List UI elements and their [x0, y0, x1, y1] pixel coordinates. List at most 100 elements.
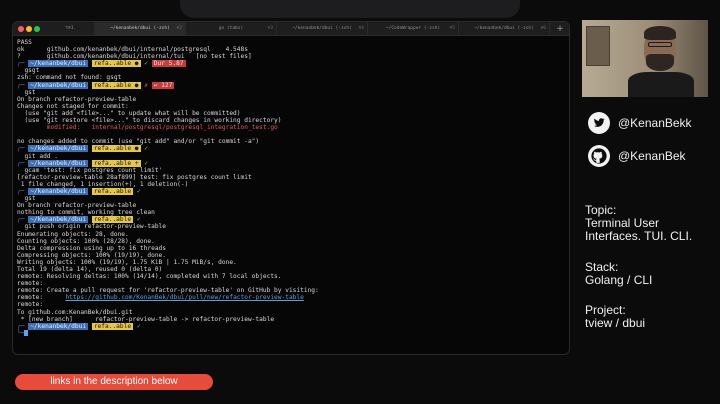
terminal-line: remote: https://github.com/KenanBek/dbui…	[17, 294, 565, 301]
project-value: tview / dbui	[585, 316, 646, 330]
new-tab-button[interactable]: +	[553, 22, 567, 36]
terminal-line: gsgt	[17, 67, 565, 74]
tab-shortcut: ⌘4	[358, 26, 364, 31]
tab-label: ~/kenanbek/dbui (-zsh)	[474, 26, 534, 31]
prompt-exit-segment: Dur 5.87	[151, 60, 186, 68]
tab-shortcut: ⌘5	[449, 26, 455, 31]
pull-request-link[interactable]: https://github.com/KenanBek/dbui/pull/ne…	[65, 294, 303, 301]
prompt-path-segment: ~/kenanbek/dbui	[28, 159, 89, 167]
output-text: ? github.com/kenanbek/dbui/internal/tui …	[17, 53, 252, 61]
prompt-git-segment: refa..able +	[91, 159, 141, 167]
terminal-line: Compressing objects: 100% (19/19), done.	[17, 252, 565, 259]
prompt-line: ╭─ ~/kenanbek/dbui refa..able ✓	[17, 187, 565, 195]
prompt-line: ╭─ ~/kenanbek/dbui refa..able ✓	[17, 322, 565, 330]
zoom-window-button[interactable]	[34, 26, 40, 32]
terminal-line: remote: Create a pull request for 'refac…	[17, 287, 565, 294]
webcam-presenter-glasses	[648, 42, 672, 47]
prompt-git-segment: refa..able ●	[91, 81, 141, 89]
terminal-line: ? github.com/kenanbek/dbui/internal/tui …	[17, 53, 565, 60]
terminal-tab-5[interactable]: ~/CodeWrapper (-zsh) ⌘5	[368, 22, 459, 36]
output-text: git push origin refactor-preview-table	[17, 223, 167, 231]
terminal-line: nothing to commit, working tree clean	[17, 209, 565, 216]
terminal-tab-1[interactable]: ⌥⌘1	[45, 22, 95, 36]
webcam-shelf	[586, 26, 610, 66]
terminal-line: (use "git add <file>..." to update what …	[17, 110, 565, 117]
terminal-line: Writing objects: 100% (19/19), 1.75 KiB …	[17, 259, 565, 266]
prompt-path-segment: ~/kenanbek/dbui	[28, 60, 89, 68]
output-text: [refactor-preview-table 28af899] test: f…	[17, 173, 252, 181]
output-text: On branch refactor-preview-table	[17, 202, 137, 210]
terminal-tab-6[interactable]: ~/kenanbek/dbui (-zsh) ⌘6	[459, 22, 550, 36]
terminal-line: On branch refactor-preview-table	[17, 202, 565, 209]
prompt-status-mark: ✓	[144, 145, 148, 153]
terminal-line: [refactor-preview-table 28af899] test: f…	[17, 174, 565, 181]
terminal-line: PASS	[17, 39, 565, 46]
tab-label: ~/kenanbek/dbui (-zsh)	[292, 26, 352, 31]
terminal-tab-3[interactable]: go (tabs) ⌘3	[186, 22, 277, 36]
prompt-line: ╭─ ~/kenanbek/dbui refa..able ● ✗ ↩ 127	[17, 81, 565, 89]
terminal-output[interactable]: PASS ok github.com/kenanbek/dbui/internal…	[17, 39, 565, 353]
prompt-corner: ╭─	[17, 159, 29, 167]
output-text: gst	[17, 195, 36, 203]
prompt-git-segment: refa..able ●	[91, 145, 141, 153]
terminal-line: Counting objects: 100% (28/28), done.	[17, 238, 565, 245]
github-octocat-icon	[588, 145, 610, 167]
input-line: ╰─	[17, 329, 565, 337]
modified-file-text: modified: internal/postgresql/postgresql…	[17, 124, 278, 132]
prompt-git-segment: refa..able	[91, 187, 134, 195]
prompt-exit-segment: ↩ 127	[151, 81, 175, 89]
terminal-line: 1 file changed, 1 insertion(+), 1 deleti…	[17, 181, 565, 188]
terminal-tab-2[interactable]: ~/kenanbek/dbui (-zsh) ⌘2	[95, 22, 186, 36]
topic-value-line-2: Interfaces. TUI. CLI.	[585, 229, 693, 243]
terminal-line: Total 19 (delta 14), reused 0 (delta 0)	[17, 266, 565, 273]
info-project: Project: tview / dbui	[585, 304, 645, 330]
webcam-presenter-hair	[644, 26, 676, 40]
terminal-line: no changes added to commit (use "git add…	[17, 138, 565, 145]
output-text: ok github.com/kenanbek/dbui/internal/pos…	[17, 46, 248, 54]
prompt-line: ╭─ ~/kenanbek/dbui refa..able + ✓	[17, 159, 565, 167]
prompt-corner: ╰─	[17, 329, 25, 337]
description-links-banner: links in the description below	[15, 374, 213, 390]
text-cursor[interactable]	[24, 329, 29, 336]
terminal-line: On branch refactor-preview-table	[17, 96, 565, 103]
twitter-bird-icon	[588, 112, 610, 134]
tab-label: ⌥⌘1	[65, 26, 74, 31]
terminal-line: Enumerating objects: 28, done.	[17, 231, 565, 238]
output-text: To github.com:KenanBek/dbui.git	[17, 308, 133, 316]
prompt-git-segment: refa..able ●	[91, 60, 141, 68]
minimize-window-button[interactable]	[26, 26, 32, 32]
stack-value: Golang / CLI	[585, 273, 653, 287]
tab-shortcut: ⌘3	[267, 26, 273, 31]
output-text: Counting objects: 100% (28/28), done.	[17, 237, 155, 245]
terminal-line: gst	[17, 195, 565, 202]
prompt-path-segment: ~/kenanbek/dbui	[28, 81, 89, 89]
terminal-window[interactable]: ⌥⌘1 ~/kenanbek/dbui (-zsh) ⌘2 go (tabs) ⌘3…	[12, 21, 570, 355]
output-text: * [new branch] refactor-preview-table ->…	[17, 315, 275, 323]
terminal-tab-4[interactable]: ~/kenanbek/dbui (-zsh) ⌘4	[277, 22, 368, 36]
terminal-titlebar[interactable]: ⌥⌘1 ~/kenanbek/dbui (-zsh) ⌘2 go (tabs) ⌘3…	[13, 22, 569, 36]
prompt-path-segment: ~/kenanbek/dbui	[28, 216, 89, 224]
prompt-line: ╭─ ~/kenanbek/dbui refa..able ● ✓ Dur 5.…	[17, 60, 565, 68]
terminal-line: * [new branch] refactor-preview-table ->…	[17, 316, 565, 323]
prompt-path-segment: ~/kenanbek/dbui	[28, 145, 89, 153]
output-text: Delta compression using up to 16 threads	[17, 244, 167, 252]
output-text: (use "git restore <file>..." to discard …	[17, 117, 282, 125]
output-text: nothing to commit, working tree clean	[17, 209, 155, 217]
tab-shortcut: ⌘6	[540, 26, 546, 31]
terminal-line: (use "git restore <file>..." to discard …	[17, 117, 565, 124]
terminal-line: To github.com:KenanBek/dbui.git	[17, 309, 565, 316]
prompt-status-mark: ✓	[136, 216, 141, 224]
terminal-line: Delta compression using up to 16 threads	[17, 245, 565, 252]
prompt-line: ╭─ ~/kenanbek/dbui refa..able ● ✓	[17, 145, 565, 153]
tab-label: go (tabs)	[218, 26, 244, 31]
close-window-button[interactable]	[18, 26, 24, 32]
terminal-line: ok github.com/kenanbek/dbui/internal/pos…	[17, 46, 565, 53]
output-text: gcam 'test: fix postgres count limit'	[17, 166, 163, 174]
terminal-line: remote: Resolving deltas: 100% (14/14), …	[17, 273, 565, 280]
output-text: remote: Create a pull request for 'refac…	[17, 287, 319, 295]
prompt-corner: ╭─	[17, 322, 29, 330]
terminal-line: remote:	[17, 280, 565, 287]
terminal-line: gcam 'test: fix postgres count limit'	[17, 167, 565, 174]
prompt-corner: ╭─	[17, 216, 29, 224]
